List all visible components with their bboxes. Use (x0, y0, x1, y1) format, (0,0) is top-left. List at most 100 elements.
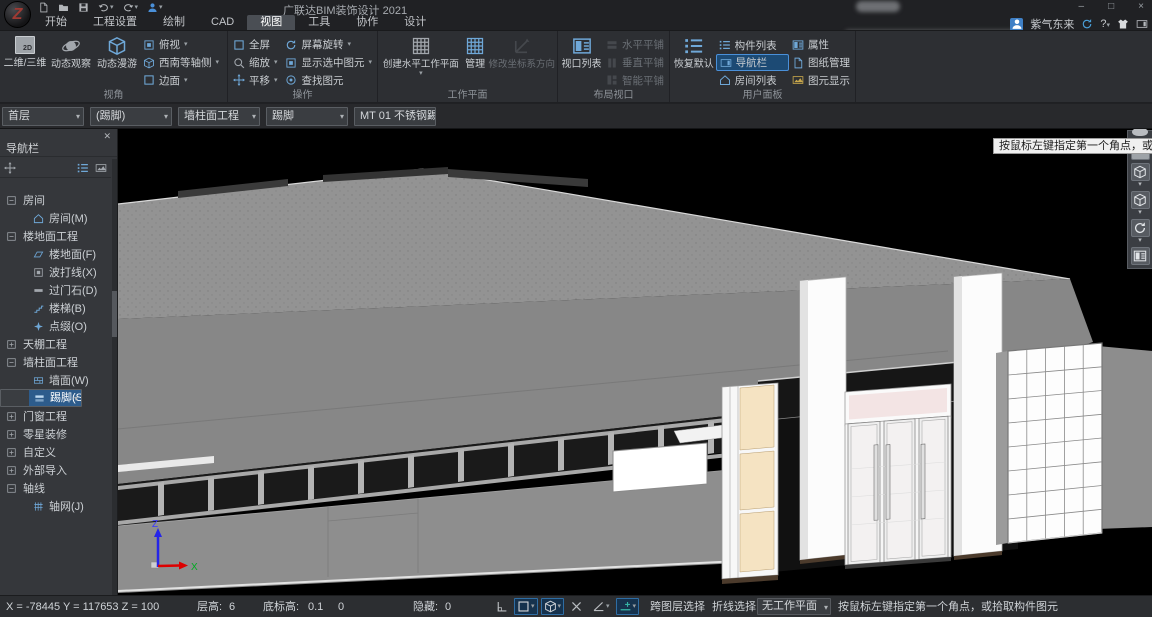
nav-group-external-import[interactable]: 外部导入 (0, 461, 112, 479)
nav-group-doors-windows[interactable]: 门窗工程 (0, 407, 112, 425)
crosshair-toggle[interactable] (567, 598, 586, 615)
tab-cad[interactable]: CAD (198, 15, 247, 30)
tab-tools[interactable]: 工具 (295, 15, 343, 30)
project-type-select[interactable]: 墙柱面工程 (178, 107, 260, 126)
nav-group-misc-decoration[interactable]: 零星装修 (0, 425, 112, 443)
stairs-icon (33, 303, 44, 314)
navigator-button[interactable]: 导航栏 (716, 54, 789, 71)
properties-button[interactable]: 属性 (789, 36, 853, 54)
create-workplane-button[interactable]: 创建水平工作平面 ▾ (380, 34, 462, 89)
tab-design[interactable]: 设计 (391, 15, 439, 30)
walkthrough-button[interactable]: 动态漫游 (94, 34, 140, 89)
orbit-button[interactable]: 动态观察 (48, 34, 94, 89)
minimize-button[interactable]: – (1079, 1, 1085, 12)
navigator-tree: 房间 房间(M) 楼地面工程 楼地面(F) 波打线(X) 过门石(D) 楼梯(B… (0, 180, 112, 595)
room-list-icon (719, 74, 731, 86)
help-button[interactable]: ?▾ (1100, 18, 1110, 30)
view-grid-list-button[interactable] (1131, 247, 1150, 265)
view-cube-secondary-button[interactable] (1131, 191, 1150, 209)
manage-workplane-button[interactable]: 管理 (462, 34, 489, 89)
scrollbar-thumb[interactable] (112, 291, 117, 337)
edge-face-icon (143, 74, 155, 86)
nav-item-decor[interactable]: 点缀(O) (0, 317, 112, 335)
chevron-down-icon: ▾ (419, 70, 423, 77)
restore-default-button[interactable]: 恢复默认 (672, 34, 716, 89)
show-selected-button[interactable]: 显示选中图元▾ (282, 54, 375, 72)
view-cube-button[interactable] (1131, 163, 1150, 181)
nav-item-skirting[interactable]: 踢脚(S) (0, 389, 82, 407)
cursor-coordinates: X = -78445 Y = 117653 Z = 100 (6, 596, 159, 617)
nav-group-axes[interactable]: 轴线 (0, 479, 112, 497)
axis-icon (512, 36, 532, 56)
tab-collaborate[interactable]: 协作 (343, 15, 391, 30)
list-view-icon[interactable] (77, 162, 89, 174)
material-select[interactable]: MT 01 不锈钢踢 (354, 107, 436, 126)
fullscreen-button[interactable]: 全屏 (230, 36, 282, 54)
cross-layer-select-toggle[interactable]: 跨图层选择 (650, 596, 705, 617)
image-view-icon[interactable] (95, 162, 107, 174)
nav-group-rooms[interactable]: 房间 (0, 191, 112, 209)
view-mode-toggle[interactable]: ▾ (541, 598, 565, 615)
component-list-button[interactable]: 构件列表 (716, 36, 789, 54)
gizmo-tool-icon[interactable] (4, 162, 16, 174)
category-select[interactable]: (踢脚) (90, 107, 172, 126)
user-avatar[interactable] (1010, 18, 1023, 31)
sync-icon[interactable] (1081, 18, 1093, 30)
workplane-select[interactable]: 无工作平面 (757, 598, 831, 615)
nav-group-wall-column[interactable]: 墙柱面工程 (0, 353, 112, 371)
ribbon-group-user-panel: 恢复默认 构件列表 导航栏 房间列表 属性 图纸管理 图元显示 用户面板 (670, 31, 856, 102)
chevron-down-icon[interactable]: ▾ (1138, 182, 1142, 188)
chevron-down-icon[interactable]: ▾ (1138, 238, 1142, 244)
component-type-select[interactable]: 踢脚 (266, 107, 348, 126)
tab-project-settings[interactable]: 工程设置 (80, 15, 150, 30)
tab-draw[interactable]: 绘制 (150, 15, 198, 30)
drawing-manage-button[interactable]: 图纸管理 (789, 54, 853, 72)
panel-toggle-icon[interactable] (1136, 18, 1148, 30)
polyline-select-toggle[interactable]: 折线选择 (712, 596, 756, 617)
app-logo[interactable]: Z (4, 1, 31, 28)
nav-group-ceiling[interactable]: 天棚工程 (0, 335, 112, 353)
2d-3d-button[interactable]: 2D 二维/三维 (2, 34, 48, 89)
model-viewport[interactable]: Z X 按鼠标左键指定第一个角点，或拾取构件 2D ▾ ▾ ▾ (118, 129, 1152, 595)
ribbon-group-workplane: 创建水平工作平面 ▾ 管理 修改坐标系方向 工作平面 (378, 31, 558, 102)
selection-box-toggle[interactable]: ▾ (514, 598, 538, 615)
redo-button[interactable]: ▾ (123, 2, 139, 13)
angle-snap-toggle[interactable]: ▾ (589, 598, 613, 615)
tab-start[interactable]: 开始 (32, 15, 80, 30)
nav-item-floor[interactable]: 楼地面(F) (0, 245, 112, 263)
floor-select[interactable]: 首层 (2, 107, 84, 126)
snap-line-toggle[interactable]: ▾ (616, 598, 640, 615)
grid-axis-icon (33, 501, 44, 512)
nav-group-custom[interactable]: 自定义 (0, 443, 112, 461)
view-rotate-button[interactable] (1131, 219, 1150, 237)
sidebar-scrollbar[interactable] (112, 159, 117, 595)
ortho-toggle[interactable] (492, 598, 511, 615)
window-controls: – □ × (1079, 1, 1144, 12)
nav-item-stairs[interactable]: 楼梯(B) (0, 299, 112, 317)
nav-item-grid-axis[interactable]: 轴网(J) (0, 497, 112, 515)
new-file-button[interactable] (38, 2, 49, 13)
tab-view[interactable]: 视图 (247, 15, 295, 30)
nav-item-door-stone[interactable]: 过门石(D) (0, 281, 112, 299)
nav-item-room[interactable]: 房间(M) (0, 209, 112, 227)
zoom-button[interactable]: 缩放▾ (230, 54, 282, 72)
rotate-screen-icon (285, 39, 297, 51)
viewport-list-button[interactable]: 视口列表 (560, 34, 603, 89)
nav-item-border-line[interactable]: 波打线(X) (0, 263, 112, 281)
close-button[interactable]: × (1138, 1, 1144, 12)
theme-icon[interactable] (1117, 18, 1129, 30)
open-file-button[interactable] (58, 2, 69, 13)
rotate-screen-button[interactable]: 屏幕旋转▾ (282, 36, 375, 54)
save-button[interactable] (78, 2, 89, 13)
top-view-button[interactable]: 俯视▾ (140, 36, 222, 54)
isometric-button[interactable]: 西南等轴侧▾ (140, 54, 222, 72)
maximize-button[interactable]: □ (1108, 1, 1114, 12)
nav-group-flooring[interactable]: 楼地面工程 (0, 227, 112, 245)
collaborate-button[interactable]: ▾ (147, 2, 163, 13)
chevron-down-icon[interactable]: ▾ (1138, 210, 1142, 216)
close-icon[interactable]: ✕ (103, 131, 111, 142)
nav-item-wall-face[interactable]: 墙面(W) (0, 371, 112, 389)
camera-icon[interactable] (1132, 129, 1148, 136)
undo-button[interactable]: ▾ (98, 2, 114, 13)
show-selected-icon (285, 57, 297, 69)
